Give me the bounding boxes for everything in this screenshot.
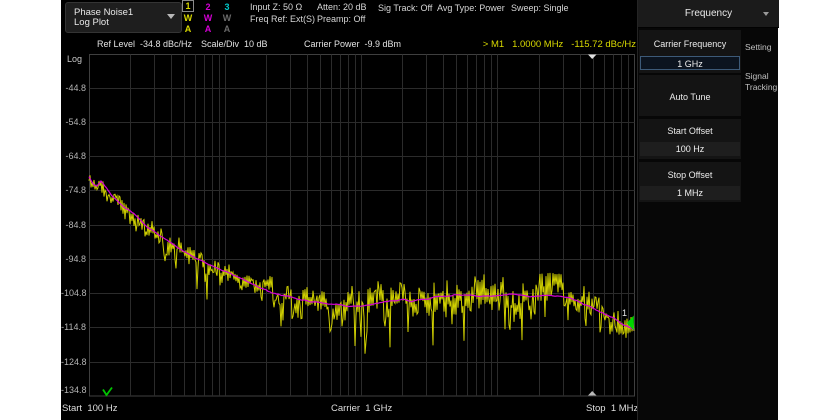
svg-text:1: 1 bbox=[622, 308, 627, 318]
